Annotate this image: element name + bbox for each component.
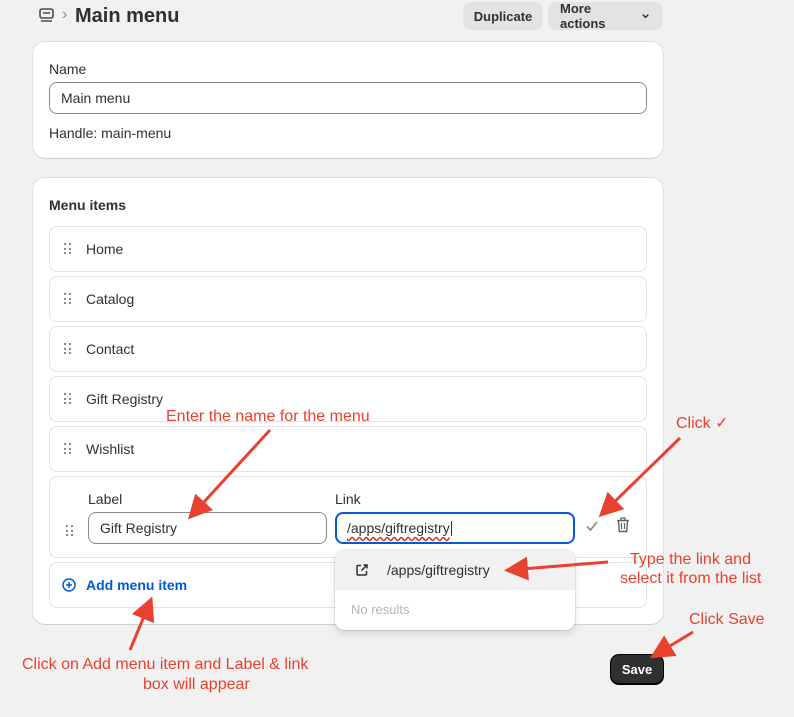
link-input-value: /apps/giftregistry: [347, 520, 450, 536]
external-link-icon: [356, 564, 368, 576]
drag-handle-icon[interactable]: [64, 443, 72, 455]
plus-circle-icon: [62, 578, 76, 592]
menu-item-label: Catalog: [86, 291, 135, 307]
name-card: Name Main menu Handle: main-menu: [33, 42, 663, 158]
annotation-click-save: Click Save: [689, 611, 765, 628]
annotation-click-add-line1: Click on Add menu item and Label & link: [22, 656, 309, 673]
menu-item-label: Gift Registry: [86, 391, 164, 407]
duplicate-button[interactable]: Duplicate: [463, 2, 543, 30]
trash-icon[interactable]: [616, 517, 630, 533]
drag-handle-icon[interactable]: [64, 293, 72, 305]
annotation-type-link-line2: select it from the list: [620, 570, 762, 587]
page-title: Main menu: [75, 5, 180, 27]
menu-item-edit-row: Label Gift Registry Link /apps/giftregis…: [49, 476, 647, 558]
link-suggestions-dropdown: /apps/giftregistry No results: [335, 550, 575, 630]
menu-item-row[interactable]: Contact: [49, 326, 647, 372]
drag-handle-icon[interactable]: [64, 243, 72, 255]
name-label: Name: [49, 61, 87, 77]
breadcrumb-chevron-icon: ›: [62, 6, 68, 23]
menu-item-label: Home: [86, 241, 124, 257]
annotation-type-link-line1: Type the link and: [630, 551, 751, 568]
handle-text: Handle: main-menu: [49, 125, 172, 141]
menu-icon: [39, 8, 54, 22]
section-title: Menu items: [49, 197, 127, 213]
annotation-click-check: Click ✓: [676, 415, 729, 432]
menu-item-label: Wishlist: [86, 441, 135, 457]
label-input[interactable]: Gift Registry: [88, 512, 327, 544]
menu-item-label: Contact: [86, 341, 135, 357]
chevron-down-icon: [642, 14, 649, 19]
save-button[interactable]: Save: [611, 655, 663, 684]
menu-item-row[interactable]: Home: [49, 226, 647, 272]
add-menu-item-label: Add menu item: [86, 577, 188, 593]
text-cursor: [450, 521, 452, 536]
menu-item-row[interactable]: Wishlist: [49, 426, 647, 472]
drag-handle-icon[interactable]: [64, 393, 72, 405]
check-icon[interactable]: [585, 519, 599, 533]
more-actions-button[interactable]: More actions: [548, 1, 663, 31]
duplicate-button-label: Duplicate: [473, 8, 533, 24]
drag-handle-icon[interactable]: [64, 343, 72, 355]
arrow-to-save-button: [649, 630, 694, 659]
dropdown-option[interactable]: /apps/giftregistry: [335, 550, 575, 590]
annotation-click-add-line2: box will appear: [143, 676, 250, 693]
annotation-enter-name: Enter the name for the menu: [166, 408, 370, 425]
link-field-heading: Link: [335, 491, 361, 507]
page-header: › Main menu Duplicate More actions: [38, 0, 664, 32]
no-results-text: No results: [351, 602, 410, 617]
link-input[interactable]: /apps/giftregistry: [335, 512, 575, 544]
label-field-heading: Label: [88, 491, 123, 507]
dropdown-option-label: /apps/giftregistry: [387, 562, 490, 578]
save-button-label: Save: [621, 662, 653, 677]
menu-item-row[interactable]: Catalog: [49, 276, 647, 322]
more-actions-label: More actions: [560, 1, 606, 31]
name-input[interactable]: Main menu: [49, 82, 647, 114]
drag-handle-icon[interactable]: [66, 525, 74, 537]
